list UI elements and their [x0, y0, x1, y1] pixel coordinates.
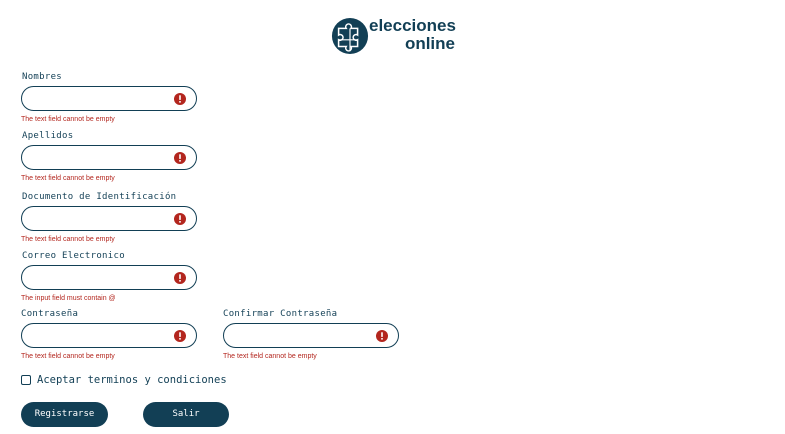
- brand-name: elecciones online: [369, 16, 456, 53]
- error-circle-icon: [174, 330, 186, 342]
- brand-line2: online: [404, 34, 455, 53]
- documento-field[interactable]: [21, 206, 197, 231]
- contrasena-error: The text field cannot be empty: [21, 353, 115, 360]
- apellidos-label: Apellidos: [22, 131, 74, 141]
- error-circle-icon: [174, 213, 186, 225]
- confirmar-field[interactable]: [223, 323, 399, 348]
- terms-label[interactable]: Aceptar terminos y condiciones: [37, 374, 227, 386]
- correo-input[interactable]: [34, 269, 173, 288]
- nombres-field[interactable]: [21, 86, 197, 111]
- contrasena-label: Contraseña: [21, 309, 79, 319]
- terms-checkbox[interactable]: [21, 375, 31, 385]
- apellidos-field[interactable]: [21, 145, 197, 170]
- documento-error: The text field cannot be empty: [21, 236, 115, 243]
- error-circle-icon: [174, 152, 186, 164]
- nombres-error: The text field cannot be empty: [21, 116, 115, 123]
- apellidos-error: The text field cannot be empty: [21, 175, 115, 182]
- register-button[interactable]: Registrarse: [21, 402, 108, 427]
- confirmar-label: Confirmar Contraseña: [223, 309, 338, 319]
- documento-label: Documento de Identificación: [22, 192, 177, 202]
- exit-button[interactable]: Salir: [143, 402, 229, 427]
- correo-field[interactable]: [21, 265, 197, 290]
- contrasena-field[interactable]: [21, 323, 197, 348]
- error-circle-icon: [376, 330, 388, 342]
- brand-line1: elecciones: [369, 16, 456, 35]
- correo-label: Correo Electronico: [22, 251, 125, 261]
- apellidos-input[interactable]: [34, 149, 173, 168]
- nombres-input[interactable]: [34, 90, 173, 109]
- correo-error: The input field must contain @: [21, 295, 116, 302]
- confirmar-error: The text field cannot be empty: [223, 353, 317, 360]
- puzzle-icon: [331, 17, 369, 55]
- documento-input[interactable]: [34, 210, 173, 229]
- app-logo: elecciones online: [331, 15, 461, 61]
- error-circle-icon: [174, 272, 186, 284]
- error-circle-icon: [174, 93, 186, 105]
- confirmar-input[interactable]: [236, 327, 375, 346]
- nombres-label: Nombres: [22, 72, 63, 82]
- contrasena-input[interactable]: [34, 327, 173, 346]
